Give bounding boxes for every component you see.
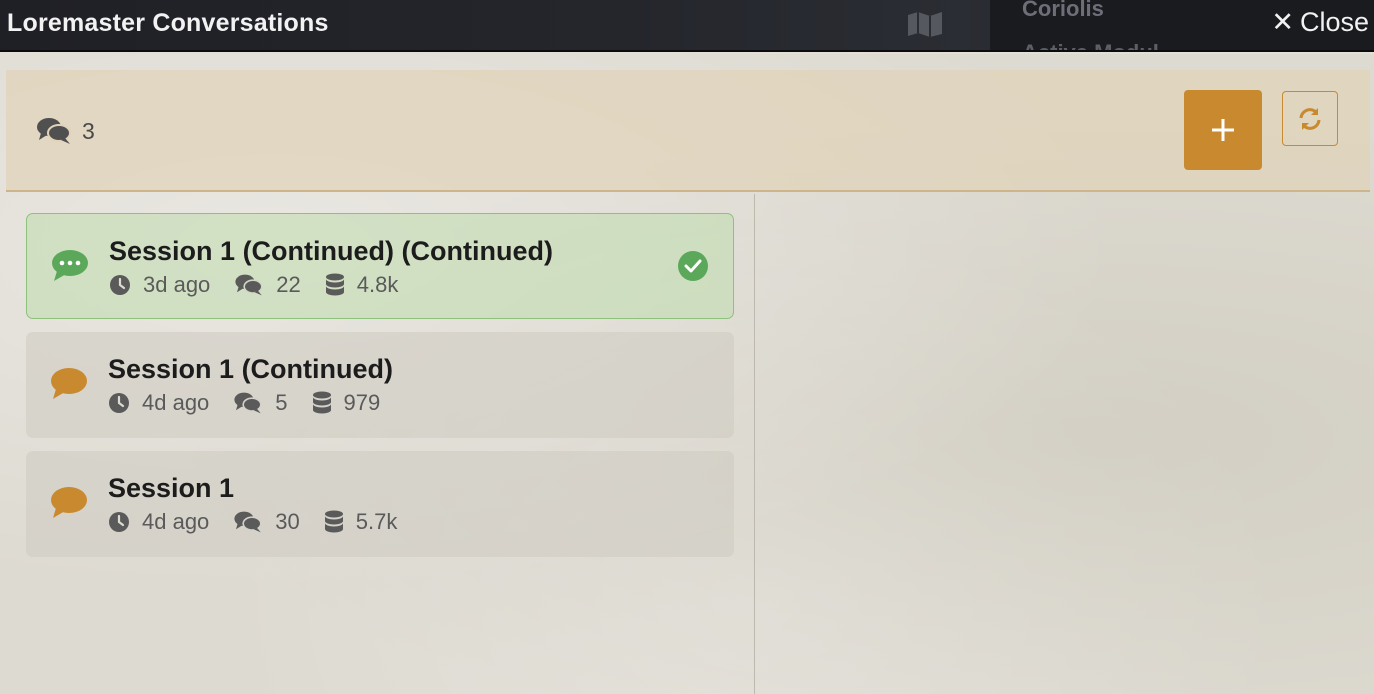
conversation-token-count: 4.8k: [356, 272, 399, 297]
map-icon: [908, 12, 942, 37]
close-label: Close: [1299, 7, 1369, 37]
chat-dots-icon: [52, 250, 88, 281]
plus-icon: [1212, 119, 1234, 141]
new-conversation-button[interactable]: [1184, 90, 1262, 170]
refresh-button[interactable]: [1282, 91, 1338, 146]
conversation-meta: 3d ago 22 4.8k: [109, 272, 422, 298]
background-label-module: Active Modul: [1022, 40, 1159, 50]
database-icon: [312, 391, 331, 414]
conversation-name: Session 1: [108, 473, 235, 503]
background-label-system: Coriolis: [1022, 0, 1104, 21]
conversation-time: 4d ago: [142, 509, 210, 534]
window-title: Loremaster Conversations: [7, 9, 329, 37]
conversations-panel: 3 Session 1 (Continued) (Continued) 3d a…: [0, 54, 1374, 694]
conversation-message-count: 30: [275, 509, 300, 534]
clock-icon: [109, 512, 129, 532]
comments-icon: [235, 274, 263, 296]
conversation-item[interactable]: Session 1 (Continued) (Continued) 3d ago: [26, 213, 734, 319]
conversation-item[interactable]: Session 1 4d ago 30 5.7k: [26, 451, 734, 557]
comments-icon: [234, 392, 262, 414]
conversation-count-badge: 3: [36, 116, 95, 146]
conversation-name: Session 1 (Continued): [108, 354, 394, 384]
conversation-message-count: 22: [276, 272, 301, 297]
conversation-token-count: 5.7k: [355, 509, 398, 534]
window-titlebar: Loremaster Conversations Coriolis Active…: [0, 0, 1374, 52]
comments-icon: [37, 118, 71, 144]
conversation-message-count: 5: [275, 390, 288, 415]
conversation-meta: 4d ago 5 979: [108, 390, 404, 416]
chat-bubble-icon: [51, 487, 87, 518]
refresh-icon: [1299, 107, 1321, 130]
conversation-list: Session 1 (Continued) (Continued) 3d ago: [26, 213, 734, 570]
database-icon: [325, 273, 344, 296]
comments-icon: [234, 511, 262, 533]
panel-divider: [754, 194, 755, 694]
check-circle-icon: [678, 251, 708, 281]
conversation-token-count: 979: [343, 390, 381, 415]
conversation-meta: 4d ago 30 5.7k: [108, 509, 421, 535]
close-button[interactable]: ✕ Close: [1271, 7, 1369, 38]
conversation-name: Session 1 (Continued) (Continued): [109, 236, 553, 266]
conversation-time: 3d ago: [143, 272, 211, 297]
conversation-count: 3: [82, 117, 95, 144]
conversations-header: 3: [6, 70, 1370, 192]
close-icon: ✕: [1271, 7, 1294, 37]
conversation-time: 4d ago: [142, 390, 210, 415]
clock-icon: [109, 393, 129, 413]
chat-bubble-icon: [51, 368, 87, 399]
database-icon: [324, 510, 343, 533]
clock-icon: [110, 275, 130, 295]
conversation-item[interactable]: Session 1 (Continued) 4d ago 5 979: [26, 332, 734, 438]
